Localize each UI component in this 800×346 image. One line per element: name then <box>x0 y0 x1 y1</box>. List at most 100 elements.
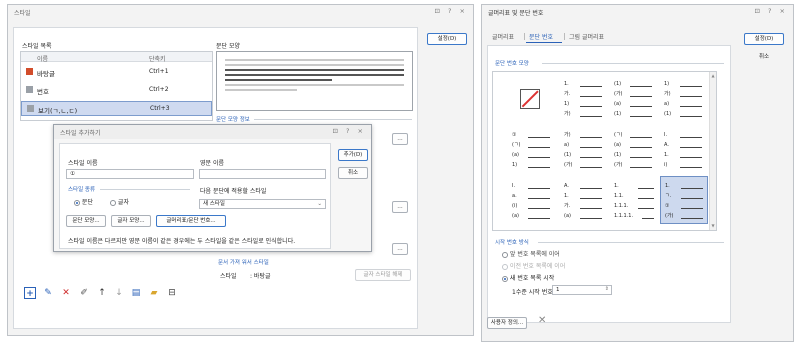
level-line <box>528 218 550 219</box>
bullet-number-button[interactable]: 글머리표/문단 번호... <box>156 215 226 227</box>
dialog-controls[interactable]: ⊡ ? × <box>333 127 366 135</box>
window-title: 스타일 <box>14 10 31 17</box>
level-label: (1) <box>614 81 622 87</box>
level-line <box>680 96 702 97</box>
set-button[interactable]: 설정(D) <box>744 33 784 45</box>
level-line <box>681 208 703 209</box>
level-line <box>630 106 652 107</box>
style-name: 바탕글 <box>37 70 55 78</box>
shape-button-3[interactable]: … <box>392 243 408 255</box>
level-label: 1.1.1. <box>614 203 629 209</box>
edit-style-icon[interactable]: ✎ <box>42 287 54 299</box>
style-row[interactable]: 바탕글 Ctrl+1 <box>21 64 212 80</box>
preview-line <box>225 59 404 61</box>
style-list[interactable]: 이름 단축키 바탕글 Ctrl+1 번호 Ctrl+2 보기(ㄱ,ㄴ,ㄷ) Ct… <box>20 51 213 121</box>
style-name-input[interactable]: ① <box>66 169 194 179</box>
number-shape-cell[interactable]: 가) a) (1) (가) <box>560 126 608 174</box>
kind-para-radio[interactable]: 문단 <box>74 197 93 206</box>
add-style-icon[interactable]: + <box>24 287 36 299</box>
number-shape-cell[interactable]: ① (ㄱ) (a) 1) <box>508 126 556 174</box>
opt-prev-level-radio[interactable]: 이전 번호 목록에 이어 <box>502 261 565 270</box>
tab-active-underline <box>526 42 562 43</box>
level-line <box>528 167 550 168</box>
custom-define-button[interactable]: 사용자 정의... <box>487 317 527 329</box>
next-style-value: 새 스타일 <box>203 201 225 207</box>
import-style-icon[interactable]: ▤ <box>130 287 142 299</box>
edit-all-icon[interactable]: ✐ <box>78 287 90 299</box>
number-shape-cell[interactable]: (1) (가) (a) (1) <box>610 75 658 123</box>
number-shape-cell[interactable]: A. 1. 가. (a) <box>560 177 608 225</box>
move-down-icon[interactable]: ↓ <box>113 287 125 299</box>
paragraph-style-icon <box>27 105 34 112</box>
english-name-input[interactable] <box>199 169 326 179</box>
level-label: 가) <box>564 132 571 138</box>
tab-bullet[interactable]: 글머리표 <box>492 32 514 41</box>
window-controls[interactable]: ⊡ ? × <box>755 7 788 15</box>
start-number-label: 시작 번호 방식 <box>495 240 529 246</box>
opt-new-list-radio[interactable]: 새 번호 목록 시작 <box>502 273 554 282</box>
preview-line <box>225 84 404 86</box>
start-level-input[interactable]: 1 ⇕ <box>552 285 612 295</box>
preview-line <box>225 79 333 81</box>
level-line <box>630 137 652 138</box>
kind-char-radio[interactable]: 글자 <box>110 197 129 206</box>
style-row-selected[interactable]: 보기(ㄱ,ㄴ,ㄷ) Ctrl+3 <box>21 101 212 116</box>
cancel-button[interactable]: 취소 <box>744 51 784 63</box>
cancel-button[interactable]: 취소 <box>338 167 368 179</box>
char-shape-button[interactable]: 글자 모양... <box>111 215 151 227</box>
open-folder-icon[interactable]: ▰ <box>148 287 160 299</box>
tab-number[interactable]: 문단 번호 <box>529 32 553 41</box>
number-shape-cell-selected[interactable]: 1. ㄱ. ① (가) <box>660 176 708 224</box>
level-label: ㄱ. <box>665 193 672 199</box>
style-window-titlebar: 스타일 ⊡ ? × <box>8 5 473 19</box>
number-shape-none[interactable] <box>508 75 556 123</box>
add-button[interactable]: 추가(D) <box>338 149 368 161</box>
number-shape-cell[interactable]: 1. 1.1. 1.1.1. 1.1.1.1. <box>610 177 658 225</box>
move-up-icon[interactable]: ↑ <box>96 287 108 299</box>
opt-prev-list-label: 앞 번호 목록에 이어 <box>509 251 560 258</box>
scroll-down-icon[interactable]: ▼ <box>710 223 716 229</box>
style-shortcut: Ctrl+1 <box>149 68 169 75</box>
shape-button-2[interactable]: … <box>392 201 408 213</box>
style-name: 보기(ㄱ,ㄴ,ㄷ) <box>38 107 78 115</box>
window-controls[interactable]: ⊡ ? × <box>435 7 468 15</box>
number-shape-cell[interactable]: I. a. (i) (a) <box>508 177 556 225</box>
level-label: 1. <box>614 183 619 189</box>
close-x-icon[interactable]: ✕ <box>538 315 546 326</box>
scroll-up-icon[interactable]: ▲ <box>710 73 716 79</box>
level-label: ① <box>512 132 517 138</box>
start-level-label: 1수준 시작 번호 <box>512 289 553 296</box>
spinner-icon[interactable]: ⇕ <box>605 285 609 293</box>
style-kind-label: 스타일 종류 <box>68 187 96 193</box>
para-shape-label: 문단 모양 <box>216 43 240 50</box>
set-button[interactable]: 설정(D) <box>427 33 467 45</box>
delete-style-icon[interactable]: ✕ <box>60 287 72 299</box>
number-shape-cell[interactable]: 1. 가. 1) 가) <box>560 75 608 123</box>
preview-line <box>225 89 297 91</box>
tab-separator <box>524 33 525 40</box>
next-style-select[interactable]: 새 스타일 ⌄ <box>199 199 326 209</box>
shape-button-1[interactable]: … <box>392 133 408 145</box>
level-label: i) <box>664 162 668 168</box>
level-line <box>680 106 702 107</box>
level-line <box>638 188 654 189</box>
number-shape-cell[interactable]: 1) 가) a) (1) <box>660 75 708 123</box>
style-list-header: 이름 단축키 <box>21 52 212 63</box>
number-shape-cell[interactable]: (ㄱ) (a) (1) (가) <box>610 126 658 174</box>
save-icon[interactable]: ⊟ <box>166 287 178 299</box>
level-line <box>528 188 550 189</box>
tab-picture-bullet[interactable]: 그림 글머리표 <box>569 32 604 41</box>
level-line <box>580 106 602 107</box>
number-shape-cell[interactable]: I. A. 1. i) <box>660 126 708 174</box>
level-line <box>528 157 550 158</box>
opt-prev-list-radio[interactable]: 앞 번호 목록에 이어 <box>502 249 560 258</box>
grid-scrollbar[interactable]: ▲ ▼ <box>709 72 716 230</box>
level-label: (1) <box>664 111 672 117</box>
char-style-release-button[interactable]: 글자 스타일 해제 <box>355 269 411 281</box>
start-level-value: 1 <box>556 287 560 293</box>
style-list-label: 스타일 목록 <box>22 43 52 50</box>
para-shape-button[interactable]: 문단 모양... <box>66 215 106 227</box>
level-label: A. <box>564 183 569 189</box>
radio-selected-icon <box>74 199 80 206</box>
style-row[interactable]: 번호 Ctrl+2 <box>21 82 212 98</box>
